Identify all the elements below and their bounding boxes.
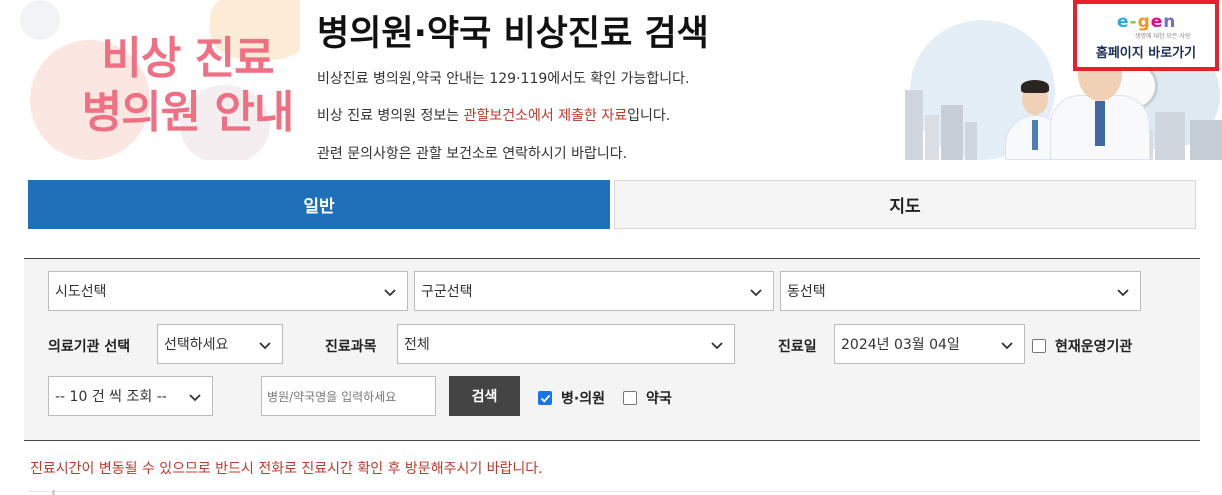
checkbox-empty-icon [1032,339,1046,353]
home-link-label: 홈페이지 바로가기 [1095,46,1197,61]
date-select-value: 2024년 03월 04일 [841,337,960,353]
egen-logo-icon: e-gen [1117,12,1177,32]
institution-select[interactable]: 선택하세요 [157,324,283,364]
institution-select-value: 선택하세요 [164,337,229,353]
pharmacy-label: 약국 [646,391,672,407]
banner-image-line1: 비상 진료 [101,33,274,84]
chevron-down-icon [1117,289,1129,297]
operating-now-checkbox[interactable]: 현재운영기관 [1032,336,1132,356]
banner-image-title: 비상 진료 병의원 안내 [65,32,300,140]
operating-now-label: 현재운영기관 [1055,339,1133,355]
banner-illustration: 비상 진료 병의원 안내 [20,0,300,160]
department-select[interactable]: 전체 [397,324,735,364]
dong-select-value: 동선택 [787,284,826,300]
tab-map[interactable]: 지도 [614,180,1196,229]
tab-general[interactable]: 일반 [28,180,610,229]
pharmacy-checkbox[interactable]: 약국 [623,388,672,408]
chevron-down-icon [259,342,271,350]
info-highlight: 관할보건소에서 제출한 자료 [463,108,628,124]
view-tabs: 일반 지도 [28,180,1196,229]
info-line-3: 관련 문의사항은 관할 보건소로 연락하시기 바랍니다. [317,146,628,162]
dong-select[interactable]: 동선택 [780,271,1141,311]
banner-info: 병의원·약국 비상진료 검색 비상진료 병의원,약국 안내는 129·119에서… [317,0,877,165]
chevron-down-icon [750,289,762,297]
date-label: 진료일 [778,339,817,355]
banner: 비상 진료 병의원 안내 병의원·약국 비상진료 검색 비상진료 병의원,약국 … [0,0,1222,165]
institution-label: 의료기관 선택 [48,339,131,355]
name-search-input[interactable]: 병원/약국명을 입력하세요 [261,376,436,416]
divider [28,491,1200,492]
page-title: 병의원·약국 비상진료 검색 [317,14,709,54]
gugun-select[interactable]: 구군선택 [414,271,774,311]
hospital-label: 병·의원 [561,391,605,407]
chevron-down-icon [384,289,396,297]
divider-mark [52,490,55,495]
home-link-button[interactable]: e-gen 생명에 대한 모든 사랑 홈페이지 바로가기 [1073,0,1219,71]
department-label: 진료과목 [325,339,377,355]
checkbox-checked-icon [538,391,552,405]
notice-text: 진료시간이 변동될 수 있으므로 반드시 전화로 진료시간 확인 후 방문해주시… [30,461,543,477]
checkbox-empty-icon [623,391,637,405]
page-size-select-value: -- 10 건 씩 조회 -- [55,389,167,405]
hospital-checkbox[interactable]: 병·의원 [538,388,605,408]
department-select-value: 전체 [404,337,430,353]
chevron-down-icon [189,394,201,402]
search-panel: 시도선택 구군선택 동선택 의료기관 선택 선택하세요 진료과목 전체 진료일 … [24,258,1200,441]
home-link-sub: 생명에 대한 모든 사랑 [1135,33,1191,40]
sido-select-value: 시도선택 [55,284,107,300]
search-button[interactable]: 검색 [449,376,520,416]
date-select[interactable]: 2024년 03월 04일 [834,324,1025,364]
chevron-down-icon [711,342,723,350]
chevron-down-icon [1001,342,1013,350]
info-line-2: 비상 진료 병의원 정보는 관할보건소에서 제출한 자료입니다. [317,108,671,124]
banner-image-line2: 병의원 안내 [81,87,295,138]
sido-select[interactable]: 시도선택 [48,271,408,311]
gugun-select-value: 구군선택 [421,284,473,300]
page-size-select[interactable]: -- 10 건 씩 조회 -- [48,376,213,416]
info-line-1: 비상진료 병의원,약국 안내는 129·119에서도 확인 가능합니다. [317,71,690,87]
